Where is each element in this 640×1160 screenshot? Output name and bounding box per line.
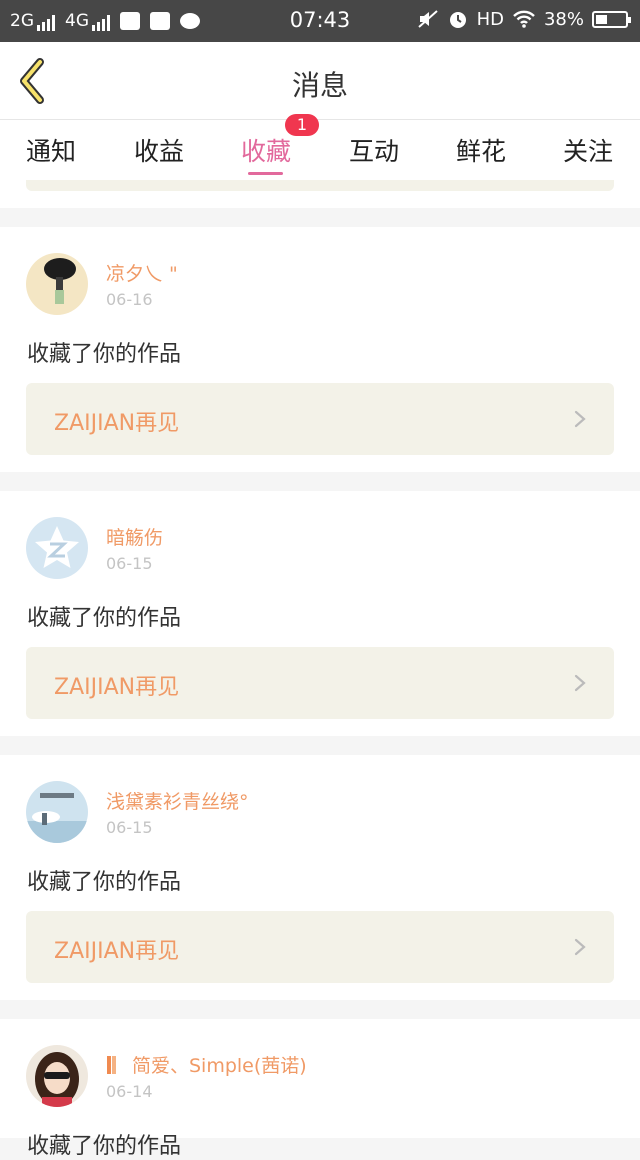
mute-icon: [417, 10, 438, 28]
date: 06-16: [106, 290, 153, 309]
user-avatar[interactable]: [26, 781, 88, 843]
list-item[interactable]: 简爱、Simple(茜诺) 06-14 收藏了你的作品: [0, 1019, 640, 1159]
username[interactable]: 凉夕乀 ": [106, 259, 178, 286]
work-title: ZAIJIAN再见: [54, 675, 180, 700]
wifi-icon: [513, 10, 535, 28]
user-avatar[interactable]: [26, 517, 88, 579]
previous-card-fragment: [0, 180, 640, 208]
action-text: 收藏了你的作品: [27, 606, 182, 631]
tab-bar: 通知 收益 收藏 互动 鲜花 关注: [0, 120, 640, 180]
user-avatar[interactable]: [26, 1045, 88, 1107]
page-title: 消息: [291, 69, 348, 102]
username-row[interactable]: 简爱、Simple(茜诺): [106, 1051, 307, 1078]
header: 消息: [0, 42, 640, 120]
action-text: 收藏了你的作品: [27, 1134, 182, 1159]
battery-icon: [592, 10, 631, 28]
chevron-right-icon: [574, 938, 586, 956]
tab-interaction[interactable]: 互动: [320, 132, 428, 168]
status-right: HD 38%: [417, 8, 631, 30]
work-link[interactable]: ZAIJIAN再见: [26, 647, 614, 719]
tab-favorites[interactable]: 收藏: [212, 132, 320, 168]
previous-work-fragment: [26, 180, 614, 191]
action-text: 收藏了你的作品: [27, 342, 182, 367]
tab-following[interactable]: 关注: [534, 132, 640, 168]
hd-label: HD: [476, 8, 504, 30]
username[interactable]: 暗觞伤: [106, 523, 163, 550]
chevron-right-icon: [574, 674, 586, 692]
battery-percent: 38%: [543, 8, 584, 30]
action-text: 收藏了你的作品: [27, 870, 182, 895]
alarm-icon: [449, 12, 466, 28]
work-link[interactable]: ZAIJIAN再见: [26, 383, 614, 455]
vip-badge-icon: [107, 1055, 116, 1074]
tab-badge: 1: [285, 114, 319, 136]
tab-earnings[interactable]: 收益: [105, 132, 213, 168]
work-title: ZAIJIAN再见: [54, 411, 180, 436]
date: 06-14: [106, 1082, 153, 1101]
list-item[interactable]: 浅黛素衫青丝绕° 06-15 收藏了你的作品 ZAIJIAN再见: [0, 755, 640, 1000]
date: 06-15: [106, 818, 153, 837]
date: 06-15: [106, 554, 153, 573]
chevron-right-icon: [574, 410, 586, 428]
tab-notice[interactable]: 通知: [0, 132, 105, 168]
work-title: ZAIJIAN再见: [54, 939, 180, 964]
status-bar: 2G 4G 07:43 HD 38%: [0, 0, 640, 42]
battery-fill: [596, 14, 607, 24]
username[interactable]: 浅黛素衫青丝绕°: [106, 787, 249, 814]
work-link[interactable]: ZAIJIAN再见: [26, 911, 614, 983]
list-item[interactable]: 凉夕乀 " 06-16 收藏了你的作品 ZAIJIAN再见: [0, 227, 640, 472]
list-item[interactable]: 暗觞伤 06-15 收藏了你的作品 ZAIJIAN再见: [0, 491, 640, 736]
active-tab-indicator: [248, 172, 283, 175]
user-avatar[interactable]: [26, 253, 88, 315]
username[interactable]: 简爱、Simple(茜诺): [132, 1051, 307, 1078]
tab-flowers[interactable]: 鲜花: [427, 132, 535, 168]
